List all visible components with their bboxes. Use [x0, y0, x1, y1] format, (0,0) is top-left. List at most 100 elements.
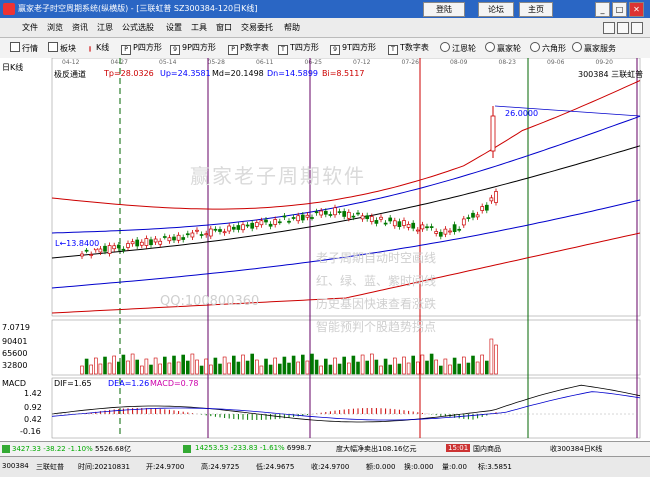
volume-bar	[117, 361, 121, 375]
app-icon	[3, 3, 15, 15]
candle-body	[489, 197, 494, 202]
volume-bar	[84, 358, 89, 375]
date-tick-04-12: 04-12	[62, 59, 80, 66]
volume-bar	[379, 365, 383, 375]
volume-bar	[222, 356, 227, 375]
volume-bar	[126, 360, 130, 375]
tool-t-square[interactable]: T T四方形	[278, 42, 319, 55]
volume-bar	[112, 355, 116, 375]
tool-service[interactable]: 赢家服务	[572, 42, 616, 54]
stock-name: 300384 三联虹普	[578, 70, 644, 79]
sz-index-icon	[183, 445, 191, 453]
chart-area[interactable]: 04-12 04-27 05-14 05-28 06-11 06-25 07-12 07-26…	[0, 58, 650, 458]
volume-bar	[319, 365, 324, 375]
tool-sector[interactable]: 板块	[48, 42, 76, 54]
vol-label-2: 65600	[2, 349, 28, 358]
tool-quotes[interactable]: 行情	[10, 42, 38, 54]
date-tick-07-12: 07-12	[353, 59, 371, 66]
candle-body	[139, 241, 144, 246]
promo-line-4: 智能预判个股趋势拐点	[316, 320, 437, 334]
candle-body	[98, 248, 103, 253]
bar-info: 300384 三联虹普 时间:20210831 开:24.9700 高:24.9…	[0, 456, 650, 477]
menu-window[interactable]: 窗口	[216, 22, 232, 33]
tool-9p-square[interactable]: 9 9P四方形	[170, 42, 216, 55]
low-mark: L←13.8400	[55, 239, 100, 248]
menu-settings[interactable]: 设置	[166, 22, 182, 33]
info-turnover: 换:0.000	[404, 463, 434, 471]
current-chart: 收300384日K线	[550, 445, 603, 453]
tool-p-table[interactable]: P P数字表	[228, 42, 269, 55]
login-button[interactable]: 登陆	[423, 2, 465, 17]
date-tick-08-23: 08-23	[499, 59, 517, 66]
volume-bar	[107, 362, 112, 375]
up-value: Up=24.3581	[160, 69, 211, 78]
menu-tools[interactable]: 工具	[191, 22, 207, 33]
info-volume: 额:0.000	[366, 463, 396, 471]
tool-p-square[interactable]: P P四方形	[121, 42, 162, 55]
region-selector[interactable]: 国内商品	[473, 444, 501, 454]
vol-label-3: 32800	[2, 361, 28, 370]
macd-axis-3: 0.42	[24, 415, 42, 424]
child-close-icon[interactable]	[631, 22, 643, 34]
menu-help[interactable]: 帮助	[284, 22, 300, 33]
candle-body	[305, 214, 310, 218]
volume-bar	[250, 353, 254, 375]
volume-bar	[333, 357, 337, 375]
menu-trade[interactable]: 交易委托	[241, 22, 273, 33]
menu-browse[interactable]: 浏览	[47, 22, 63, 33]
home-button[interactable]: 主页	[519, 2, 553, 17]
forum-button[interactable]: 论坛	[478, 2, 514, 17]
volume-bar	[448, 364, 452, 375]
volume-bar	[89, 364, 93, 375]
candle-body	[112, 245, 117, 250]
candle-body	[291, 217, 296, 219]
macd-axis-2: 0.92	[24, 403, 42, 412]
candle-body	[484, 204, 489, 211]
volume-bar	[255, 359, 259, 375]
candle-body	[461, 218, 466, 226]
close-icon[interactable]: ✕	[629, 2, 644, 17]
tool-kline[interactable]: ⫼ K线	[86, 42, 110, 54]
candle-body	[337, 211, 342, 213]
minimize-icon[interactable]: _	[595, 2, 610, 17]
date-tick-09-06: 09-06	[547, 59, 565, 66]
tool-gann-wheel[interactable]: 江恩轮	[440, 42, 476, 54]
candle-body	[213, 228, 218, 231]
maximize-icon[interactable]: □	[612, 2, 627, 17]
candle-body	[443, 228, 448, 235]
child-restore-icon[interactable]	[617, 22, 629, 34]
volume-bar	[457, 363, 462, 375]
menu-gann[interactable]: 江恩	[97, 22, 113, 33]
candle-body	[172, 236, 176, 241]
candle-body	[162, 236, 167, 238]
candle-body	[466, 217, 471, 219]
tool-9t-square[interactable]: 9 9T四方形	[330, 42, 376, 55]
t-icon: T	[278, 45, 288, 55]
dif-line	[51, 384, 641, 423]
volume-bar	[429, 353, 434, 375]
menu-file[interactable]: 文件	[22, 22, 38, 33]
volume-bar	[466, 362, 471, 375]
volume-bar	[149, 364, 153, 375]
9p-icon: 9	[170, 45, 180, 55]
candle-body	[420, 224, 425, 230]
candle-body	[130, 241, 135, 245]
news-ticker[interactable]: 度大幅净卖出108.16亿元	[336, 444, 417, 454]
tool-t-table[interactable]: T T数字表	[388, 42, 429, 55]
sh-index: 3427.33 -38.22 -1.10% 5526.68亿	[12, 445, 131, 453]
candle-body	[208, 228, 213, 237]
tool-hexagon[interactable]: 六角形	[530, 42, 566, 54]
candle-body	[121, 248, 126, 251]
menu-news[interactable]: 资讯	[72, 22, 88, 33]
tool-winner-wheel[interactable]: 赢家轮	[485, 42, 521, 54]
dn-value: Dn=14.5899	[267, 69, 319, 78]
dif-value: DIF=1.65	[54, 379, 92, 388]
volume-bar	[300, 354, 305, 375]
volume-bar	[365, 360, 370, 375]
candle-body	[388, 217, 393, 222]
candle-body	[379, 216, 383, 220]
menu-formula[interactable]: 公式选股	[122, 22, 154, 33]
volume-bar	[163, 356, 167, 375]
child-minimize-icon[interactable]	[603, 22, 615, 34]
volume-bar	[130, 353, 135, 375]
